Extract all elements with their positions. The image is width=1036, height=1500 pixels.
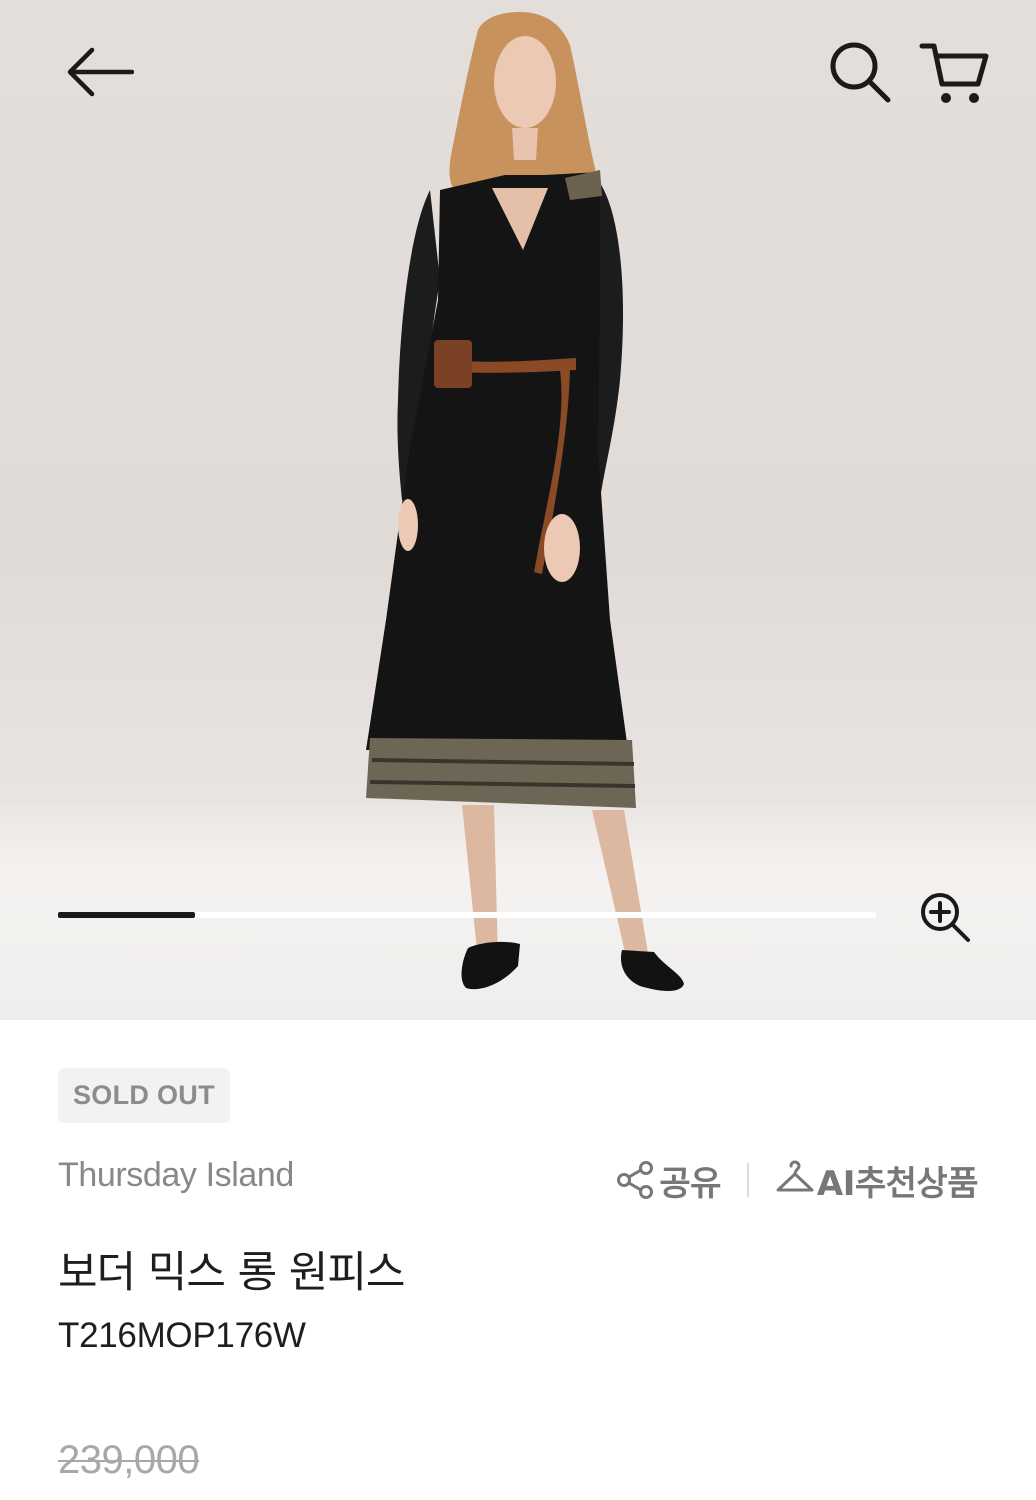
brand-link[interactable]: Thursday Island [58,1156,294,1195]
hanger-icon [776,1160,814,1192]
product-actions: 공유 AI추천상품 [615,1156,979,1205]
original-price: 239,000 [58,1438,200,1482]
zoom-button[interactable] [910,882,980,952]
gallery-progress-bar [58,912,876,918]
share-label: 공유 [659,1163,721,1204]
share-button[interactable]: 공유 [615,1156,721,1205]
product-info-section: SOLD OUT Thursday Island 공유 AI추천상품 보더 믹스… [0,1020,1036,1500]
zoom-in-icon [921,893,970,942]
product-image-gallery[interactable] [0,0,1036,1020]
status-badge: SOLD OUT [58,1068,230,1123]
cart-button[interactable] [912,34,996,110]
cart-icon [919,43,989,103]
gallery-progress-fill [58,912,195,918]
product-photo [366,12,684,991]
search-icon [830,42,891,103]
arrow-left-icon [67,47,134,97]
action-divider [746,1163,749,1197]
ai-recommend-label: AI추천상품 [816,1163,979,1204]
share-icon [617,1161,654,1199]
search-button[interactable] [822,36,898,108]
product-name: 보더 믹스 롱 원피스 [58,1248,405,1298]
back-button[interactable] [58,40,138,104]
ai-recommend-button[interactable]: AI추천상품 [775,1156,979,1205]
product-code: T216MOP176W [58,1316,306,1355]
